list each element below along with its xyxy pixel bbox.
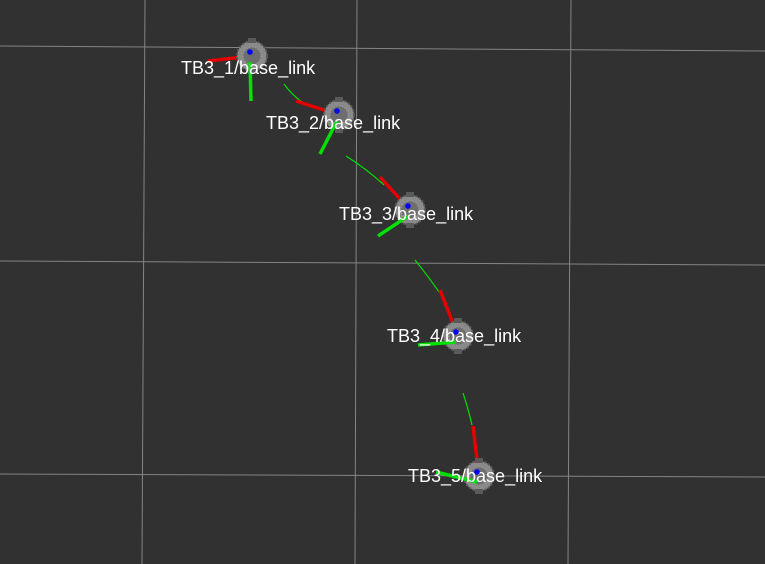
robot-wheel (475, 489, 483, 494)
frame-label: TB3_4/base_link (387, 326, 522, 347)
robot-wheel (475, 458, 483, 463)
frame-label: TB3_2/base_link (266, 113, 401, 134)
z-axis-marker (334, 108, 340, 114)
robot-wheel (454, 318, 462, 323)
robot-wheel (406, 192, 414, 197)
z-axis-marker (453, 329, 459, 335)
viewport-background (0, 0, 765, 564)
robot-wheel (454, 349, 462, 354)
z-axis-marker (474, 469, 480, 475)
z-axis-marker (247, 49, 253, 55)
robot-wheel (248, 38, 256, 43)
z-axis-marker (405, 203, 411, 209)
robot-wheel (335, 97, 343, 102)
frame-label: TB3_1/base_link (181, 58, 316, 79)
frame-label: TB3_5/base_link (408, 466, 543, 487)
rviz-3d-viewport[interactable]: TB3_1/base_linkTB3_2/base_linkTB3_3/base… (0, 0, 765, 564)
